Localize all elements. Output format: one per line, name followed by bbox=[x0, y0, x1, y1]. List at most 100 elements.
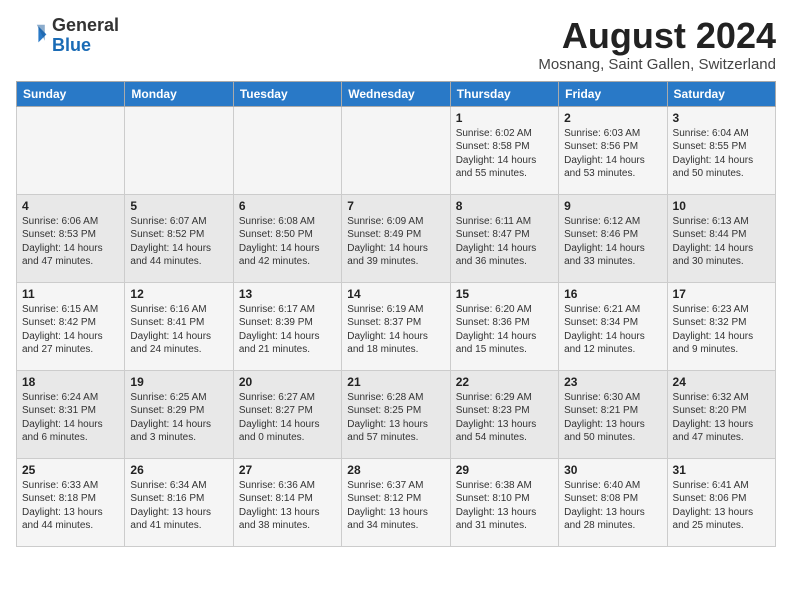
day-header-thursday: Thursday bbox=[450, 81, 558, 106]
day-number: 14 bbox=[347, 287, 444, 301]
day-header-monday: Monday bbox=[125, 81, 233, 106]
calendar-subtitle: Mosnang, Saint Gallen, Switzerland bbox=[538, 56, 776, 73]
day-cell bbox=[125, 106, 233, 194]
day-info: Sunrise: 6:15 AMSunset: 8:42 PMDaylight:… bbox=[22, 303, 119, 357]
header-row: SundayMondayTuesdayWednesdayThursdayFrid… bbox=[17, 81, 776, 106]
day-cell: 17Sunrise: 6:23 AMSunset: 8:32 PMDayligh… bbox=[667, 282, 775, 370]
day-cell: 11 Sunrise: 6:15 AMSunset: 8:42 PMDayligh… bbox=[17, 282, 125, 370]
day-number: 18 bbox=[22, 375, 119, 389]
calendar-table: SundayMondayTuesdayWednesdayThursdayFrid… bbox=[16, 81, 776, 547]
day-number: 7 bbox=[347, 199, 444, 213]
day-header-wednesday: Wednesday bbox=[342, 81, 450, 106]
day-info: Sunrise: 6:34 AMSunset: 8:16 PMDaylight:… bbox=[130, 479, 227, 533]
day-number: 9 bbox=[564, 199, 661, 213]
day-number: 16 bbox=[564, 287, 661, 301]
day-number: 24 bbox=[673, 375, 770, 389]
day-info: Sunrise: 6:07 AMSunset: 8:52 PMDaylight:… bbox=[130, 215, 227, 269]
day-info: Sunrise: 6:04 AMSunset: 8:55 PMDaylight:… bbox=[673, 127, 770, 181]
day-cell: 16 Sunrise: 6:21 AMSunset: 8:34 PMDayligh… bbox=[559, 282, 667, 370]
day-number: 19 bbox=[130, 375, 227, 389]
day-cell: 13 Sunrise: 6:17 AMSunset: 8:39 PMDayligh… bbox=[233, 282, 341, 370]
day-number: 10 bbox=[673, 199, 770, 213]
day-cell: 20 Sunrise: 6:27 AMSunset: 8:27 PMDayligh… bbox=[233, 370, 341, 458]
day-number: 20 bbox=[239, 375, 336, 389]
day-number: 3 bbox=[673, 111, 770, 125]
day-number: 31 bbox=[673, 463, 770, 477]
day-info: Sunrise: 6:21 AMSunset: 8:34 PMDaylight:… bbox=[564, 303, 661, 357]
day-cell: 22 Sunrise: 6:29 AMSunset: 8:23 PMDayligh… bbox=[450, 370, 558, 458]
day-number: 26 bbox=[130, 463, 227, 477]
day-header-friday: Friday bbox=[559, 81, 667, 106]
week-row-2: 4Sunrise: 6:06 AMSunset: 8:53 PMDaylight… bbox=[17, 194, 776, 282]
day-info: Sunrise: 6:38 AMSunset: 8:10 PMDaylight:… bbox=[456, 479, 553, 533]
day-cell: 29Sunrise: 6:38 AMSunset: 8:10 PMDayligh… bbox=[450, 458, 558, 546]
day-number: 5 bbox=[130, 199, 227, 213]
day-info: Sunrise: 6:41 AMSunset: 8:06 PMDaylight:… bbox=[673, 479, 770, 533]
day-number: 11 bbox=[22, 287, 119, 301]
calendar-body: 1Sunrise: 6:02 AMSunset: 8:58 PMDaylight… bbox=[17, 106, 776, 546]
day-number: 23 bbox=[564, 375, 661, 389]
day-info: Sunrise: 6:30 AMSunset: 8:21 PMDaylight:… bbox=[564, 391, 661, 445]
day-cell: 4Sunrise: 6:06 AMSunset: 8:53 PMDaylight… bbox=[17, 194, 125, 282]
day-cell: 27Sunrise: 6:36 AMSunset: 8:14 PMDayligh… bbox=[233, 458, 341, 546]
logo-text: General Blue bbox=[52, 16, 119, 56]
day-info: Sunrise: 6:25 AMSunset: 8:29 PMDaylight:… bbox=[130, 391, 227, 445]
calendar-header: SundayMondayTuesdayWednesdayThursdayFrid… bbox=[17, 81, 776, 106]
day-number: 12 bbox=[130, 287, 227, 301]
day-cell bbox=[233, 106, 341, 194]
day-info: Sunrise: 6:12 AMSunset: 8:46 PMDaylight:… bbox=[564, 215, 661, 269]
day-info: Sunrise: 6:20 AMSunset: 8:36 PMDaylight:… bbox=[456, 303, 553, 357]
day-cell: 23 Sunrise: 6:30 AMSunset: 8:21 PMDayligh… bbox=[559, 370, 667, 458]
day-number: 28 bbox=[347, 463, 444, 477]
logo: General Blue bbox=[16, 16, 119, 56]
day-cell: 7Sunrise: 6:09 AMSunset: 8:49 PMDaylight… bbox=[342, 194, 450, 282]
day-info: Sunrise: 6:24 AMSunset: 8:31 PMDaylight:… bbox=[22, 391, 119, 445]
day-cell: 1Sunrise: 6:02 AMSunset: 8:58 PMDaylight… bbox=[450, 106, 558, 194]
day-cell: 25 Sunrise: 6:33 AMSunset: 8:18 PMDayligh… bbox=[17, 458, 125, 546]
day-info: Sunrise: 6:28 AMSunset: 8:25 PMDaylight:… bbox=[347, 391, 444, 445]
day-cell: 21 Sunrise: 6:28 AMSunset: 8:25 PMDayligh… bbox=[342, 370, 450, 458]
day-cell bbox=[342, 106, 450, 194]
day-info: Sunrise: 6:33 AMSunset: 8:18 PMDaylight:… bbox=[22, 479, 119, 533]
day-number: 21 bbox=[347, 375, 444, 389]
day-info: Sunrise: 6:32 AMSunset: 8:20 PMDaylight:… bbox=[673, 391, 770, 445]
day-cell: 8 Sunrise: 6:11 AMSunset: 8:47 PMDaylight… bbox=[450, 194, 558, 282]
day-cell: 6 Sunrise: 6:08 AMSunset: 8:50 PMDaylight… bbox=[233, 194, 341, 282]
week-row-4: 18 Sunrise: 6:24 AMSunset: 8:31 PMDayligh… bbox=[17, 370, 776, 458]
day-number: 1 bbox=[456, 111, 553, 125]
week-row-5: 25 Sunrise: 6:33 AMSunset: 8:18 PMDayligh… bbox=[17, 458, 776, 546]
day-info: Sunrise: 6:08 AMSunset: 8:50 PMDaylight:… bbox=[239, 215, 336, 269]
day-number: 8 bbox=[456, 199, 553, 213]
day-cell: 30 Sunrise: 6:40 AMSunset: 8:08 PMDayligh… bbox=[559, 458, 667, 546]
day-cell: 2Sunrise: 6:03 AMSunset: 8:56 PMDaylight… bbox=[559, 106, 667, 194]
day-cell: 26 Sunrise: 6:34 AMSunset: 8:16 PMDayligh… bbox=[125, 458, 233, 546]
day-number: 13 bbox=[239, 287, 336, 301]
day-info: Sunrise: 6:06 AMSunset: 8:53 PMDaylight:… bbox=[22, 215, 119, 269]
day-header-sunday: Sunday bbox=[17, 81, 125, 106]
day-number: 22 bbox=[456, 375, 553, 389]
day-cell: 28Sunrise: 6:37 AMSunset: 8:12 PMDayligh… bbox=[342, 458, 450, 546]
day-info: Sunrise: 6:40 AMSunset: 8:08 PMDaylight:… bbox=[564, 479, 661, 533]
day-cell: 3 Sunrise: 6:04 AMSunset: 8:55 PMDaylight… bbox=[667, 106, 775, 194]
day-info: Sunrise: 6:36 AMSunset: 8:14 PMDaylight:… bbox=[239, 479, 336, 533]
day-cell: 9 Sunrise: 6:12 AMSunset: 8:46 PMDaylight… bbox=[559, 194, 667, 282]
calendar-title: August 2024 bbox=[538, 16, 776, 56]
day-info: Sunrise: 6:29 AMSunset: 8:23 PMDaylight:… bbox=[456, 391, 553, 445]
day-info: Sunrise: 6:17 AMSunset: 8:39 PMDaylight:… bbox=[239, 303, 336, 357]
day-number: 2 bbox=[564, 111, 661, 125]
day-number: 6 bbox=[239, 199, 336, 213]
day-number: 25 bbox=[22, 463, 119, 477]
title-block: August 2024 Mosnang, Saint Gallen, Switz… bbox=[538, 16, 776, 73]
day-cell: 24 Sunrise: 6:32 AMSunset: 8:20 PMDayligh… bbox=[667, 370, 775, 458]
week-row-1: 1Sunrise: 6:02 AMSunset: 8:58 PMDaylight… bbox=[17, 106, 776, 194]
day-info: Sunrise: 6:27 AMSunset: 8:27 PMDaylight:… bbox=[239, 391, 336, 445]
day-number: 15 bbox=[456, 287, 553, 301]
page-header: General Blue August 2024 Mosnang, Saint … bbox=[16, 16, 776, 73]
day-number: 30 bbox=[564, 463, 661, 477]
day-cell: 14Sunrise: 6:19 AMSunset: 8:37 PMDayligh… bbox=[342, 282, 450, 370]
day-cell: 5 Sunrise: 6:07 AMSunset: 8:52 PMDaylight… bbox=[125, 194, 233, 282]
day-cell: 10Sunrise: 6:13 AMSunset: 8:44 PMDayligh… bbox=[667, 194, 775, 282]
day-info: Sunrise: 6:11 AMSunset: 8:47 PMDaylight:… bbox=[456, 215, 553, 269]
day-cell: 12Sunrise: 6:16 AMSunset: 8:41 PMDayligh… bbox=[125, 282, 233, 370]
day-info: Sunrise: 6:23 AMSunset: 8:32 PMDaylight:… bbox=[673, 303, 770, 357]
